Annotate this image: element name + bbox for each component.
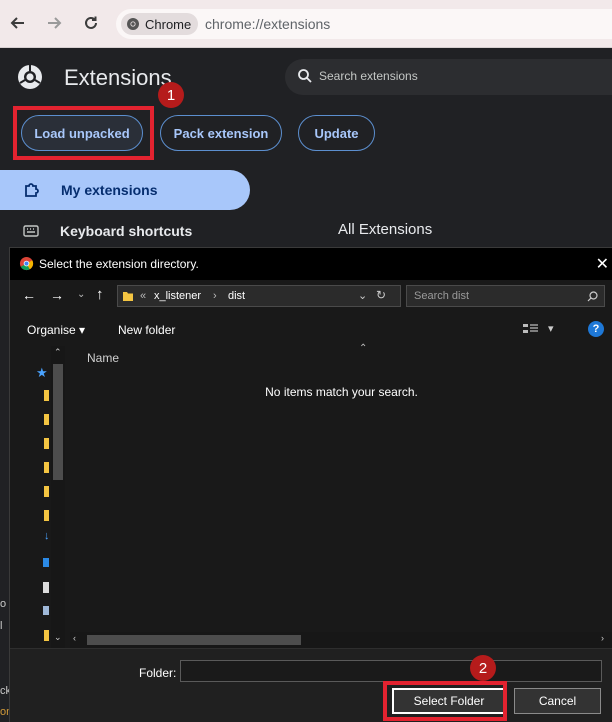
address-bar[interactable]: Chrome chrome://extensions	[116, 9, 612, 39]
image-icon[interactable]	[43, 606, 49, 615]
breadcrumb-item[interactable]: dist	[228, 290, 245, 302]
url-text: chrome://extensions	[205, 16, 331, 32]
documents-icon[interactable]	[43, 558, 49, 567]
sort-ascending-icon: ⌃	[359, 343, 368, 354]
folder-name-input[interactable]	[180, 660, 602, 682]
file-icon[interactable]	[43, 582, 49, 593]
chevron-right-icon[interactable]: ›	[601, 633, 604, 643]
empty-message: No items match your search.	[265, 385, 418, 399]
nav-scrollbar-thumb[interactable]	[53, 364, 63, 480]
chevron-down-icon[interactable]: ▾	[548, 322, 554, 335]
site-chip[interactable]: Chrome	[121, 13, 199, 35]
arrow-right-icon[interactable]: →	[50, 287, 64, 303]
nav-scrollbar[interactable]: ⌃ ⌄	[51, 346, 65, 648]
reload-icon	[85, 16, 97, 29]
search-icon	[298, 69, 312, 83]
breadcrumb-separator: ›	[213, 290, 217, 302]
arrow-left-icon	[10, 17, 24, 29]
browser-toolbar: Chrome chrome://extensions	[0, 0, 612, 48]
dialog-address-row: ← → ⌄ ↑ « x_listener › dist ⌄ ↻ Search d…	[10, 280, 612, 312]
chevron-down-icon[interactable]: ⌄	[358, 289, 367, 302]
quick-access-star-icon[interactable]: ★	[36, 365, 48, 381]
dialog-title: Select the extension directory.	[39, 257, 199, 271]
select-folder-dialog: Select the extension directory. ✕ ← → ⌄ …	[9, 247, 612, 722]
background-text-fragment: l	[0, 620, 3, 632]
dialog-titlebar: Select the extension directory. ✕	[10, 248, 612, 280]
file-list[interactable]: Name ⌃ No items match your search.	[70, 343, 612, 648]
search-placeholder: Search extensions	[319, 69, 418, 83]
folder-icon[interactable]	[44, 414, 49, 425]
chevron-left-icon[interactable]: ‹	[73, 633, 76, 643]
extensions-logo-icon	[18, 65, 42, 89]
sidebar-item-label: Keyboard shortcuts	[60, 223, 193, 239]
keyboard-icon	[23, 225, 39, 237]
sidebar-item-label: My extensions	[61, 182, 158, 198]
highlight-select-folder	[383, 681, 507, 721]
help-icon[interactable]: ?	[588, 321, 604, 337]
folder-icon[interactable]	[44, 438, 49, 449]
chevron-down-icon[interactable]: ⌄	[54, 632, 62, 643]
background-text-fragment: o	[0, 598, 7, 610]
chrome-logo-icon	[127, 18, 139, 30]
section-heading: All Extensions	[338, 221, 433, 238]
file-list-scrollbar-thumb[interactable]	[87, 635, 301, 645]
step-2-badge: 2	[470, 655, 496, 681]
refresh-icon[interactable]: ↻	[376, 288, 386, 302]
arrow-left-icon[interactable]: ←	[22, 287, 36, 303]
arrow-up-icon[interactable]: ↑	[96, 286, 104, 303]
step-1-badge: 1	[158, 82, 184, 108]
column-header-name[interactable]: Name	[87, 351, 119, 365]
view-options-icon[interactable]	[523, 323, 539, 335]
highlight-load-unpacked	[13, 106, 154, 160]
folder-icon	[123, 292, 133, 301]
dialog-footer: Folder: Select Folder Cancel	[10, 648, 612, 722]
forward-button[interactable]	[42, 11, 66, 35]
search-dist-field[interactable]: Search dist	[406, 285, 605, 307]
chrome-logo-icon	[19, 256, 34, 271]
folder-icon[interactable]	[44, 390, 49, 401]
sidebar-item-keyboard-shortcuts[interactable]: Keyboard shortcuts	[0, 220, 192, 242]
search-icon	[587, 291, 598, 302]
arrow-right-icon	[48, 17, 62, 29]
site-chip-label: Chrome	[145, 16, 192, 32]
folder-icon[interactable]	[44, 486, 49, 497]
chevron-down-icon[interactable]: ⌄	[77, 289, 85, 300]
folder-icon[interactable]	[44, 630, 49, 641]
dialog-command-bar: Organise ▾ New folder ▾ ?	[10, 312, 612, 346]
page-title: Extensions	[64, 65, 172, 90]
new-folder-button[interactable]: New folder	[118, 323, 175, 337]
update-button[interactable]: Update	[298, 115, 375, 151]
sidebar-item-my-extensions[interactable]: My extensions	[0, 170, 250, 210]
pack-extension-button[interactable]: Pack extension	[160, 115, 282, 151]
breadcrumb-item[interactable]: x_listener	[154, 290, 201, 302]
back-button[interactable]	[6, 11, 30, 35]
chevron-up-icon[interactable]: ⌃	[54, 347, 62, 358]
cancel-button[interactable]: Cancel	[514, 688, 601, 714]
file-list-scrollbar[interactable]: ‹ ›	[70, 632, 612, 648]
organise-menu[interactable]: Organise ▾	[27, 323, 85, 337]
breadcrumb-overflow[interactable]: «	[140, 290, 146, 302]
dialog-path-bar[interactable]: « x_listener › dist ⌄ ↻	[117, 285, 401, 307]
reload-button[interactable]	[79, 11, 103, 35]
search-extensions-field[interactable]: Search extensions	[285, 59, 612, 95]
organise-label: Organise	[27, 323, 76, 337]
search-dist-placeholder: Search dist	[414, 290, 470, 302]
download-icon[interactable]: ↓	[44, 530, 50, 542]
close-icon[interactable]: ✕	[596, 254, 609, 274]
folder-icon[interactable]	[44, 510, 49, 521]
folder-icon[interactable]	[44, 462, 49, 473]
puzzle-icon	[25, 183, 39, 197]
folder-label: Folder:	[139, 666, 177, 680]
